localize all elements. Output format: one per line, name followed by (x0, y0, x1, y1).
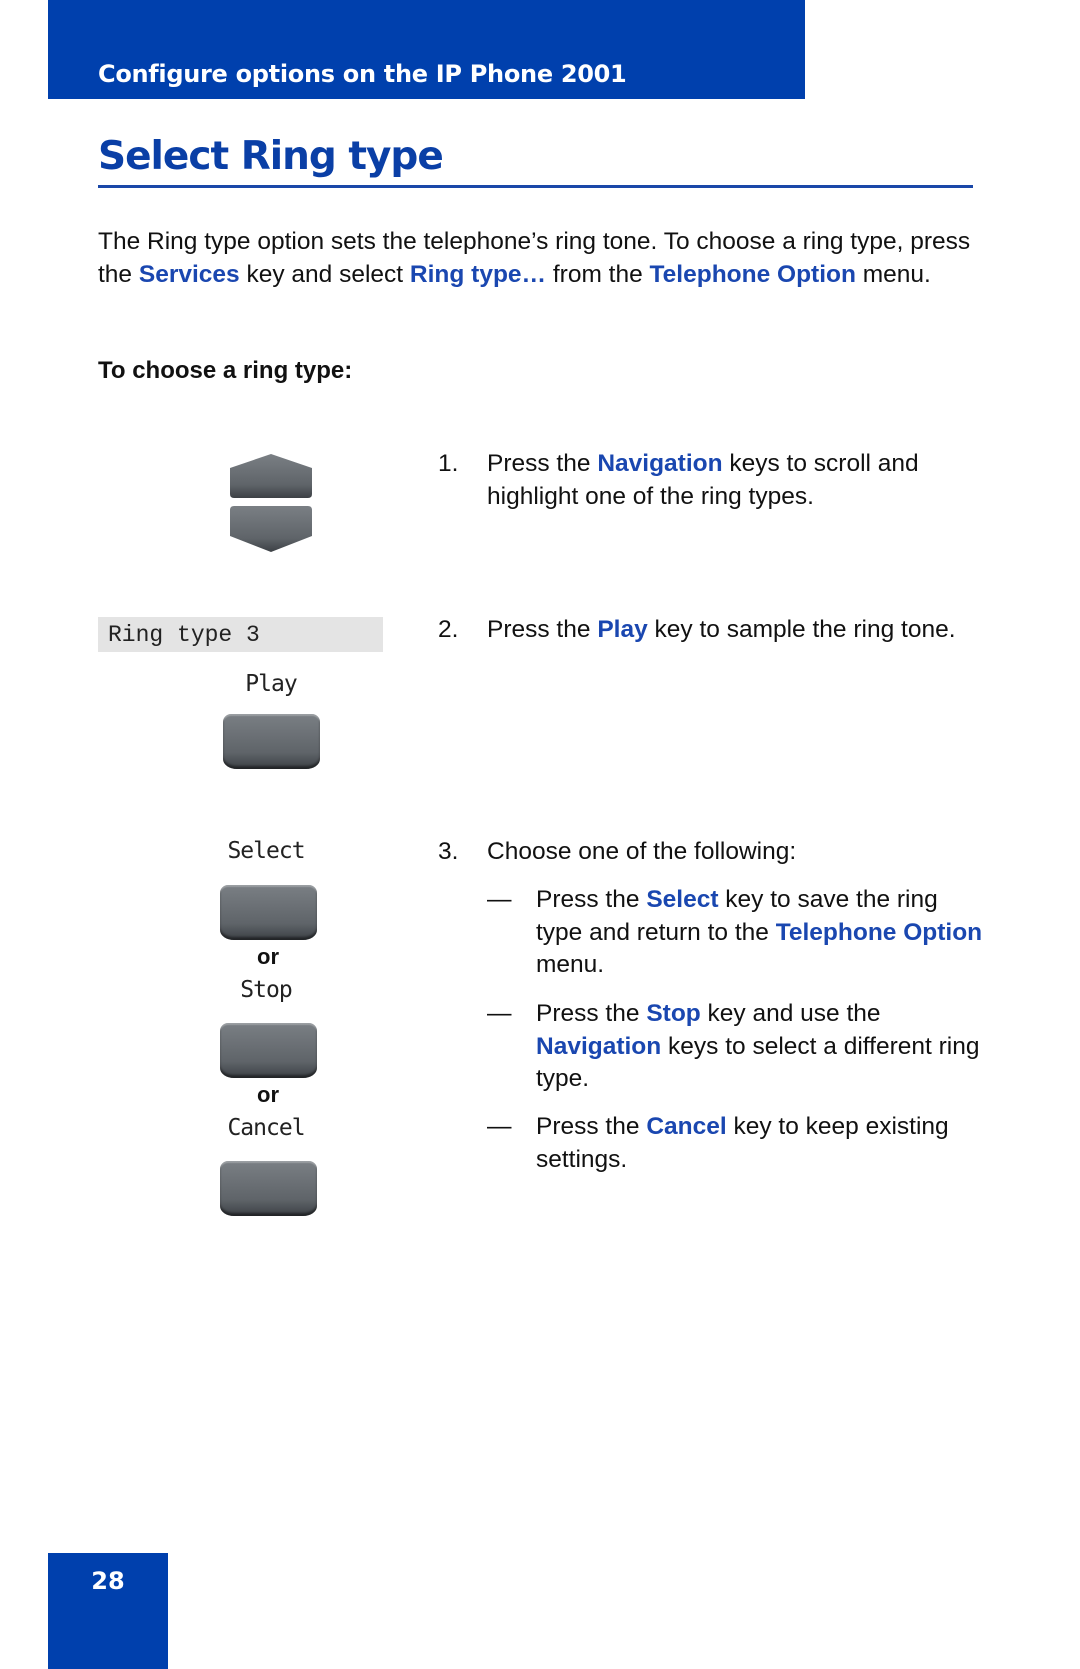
page-number: 28 (91, 1567, 125, 1595)
keyword-telephone-option: Telephone Option (649, 260, 856, 288)
option-stop: — Press the Stop key and use the Navigat… (487, 998, 987, 1096)
navigation-up-key (230, 454, 312, 498)
keyword-play: Play (597, 616, 648, 643)
play-softkey[interactable] (223, 714, 320, 769)
intro-text: key and select (239, 260, 410, 288)
softkey-label-select: Select (227, 838, 305, 864)
option-text: Press the (536, 886, 647, 913)
step-text: Press the (487, 450, 598, 477)
cancel-softkey[interactable] (220, 1161, 317, 1216)
intro-text: menu. (855, 260, 931, 288)
step-3: 3. Choose one of the following: (438, 836, 978, 869)
page-title: Select Ring type (98, 134, 444, 179)
page-number-box: 28 (48, 1553, 168, 1669)
step-text: Press the (487, 616, 598, 643)
keyword-navigation: Navigation (536, 1032, 662, 1060)
dash-bullet: — (487, 1000, 512, 1027)
stop-softkey[interactable] (220, 1023, 317, 1078)
lcd-display: Ring type 3 (98, 617, 383, 652)
step-text: Choose one of the following: (487, 838, 797, 865)
keyword-stop: Stop (646, 1000, 701, 1027)
softkey-label-play: Play (245, 671, 297, 697)
title-divider (98, 185, 973, 188)
navigation-keys-icon (230, 454, 312, 552)
option-text: Press the (536, 1113, 647, 1140)
step-number: 1. (438, 450, 459, 477)
step-number: 3. (438, 838, 459, 865)
navigation-down-key (230, 506, 312, 552)
keyword-services: Services (138, 260, 240, 288)
option-select: — Press the Select key to save the ring … (487, 884, 987, 982)
step-number: 2. (438, 616, 459, 643)
option-text: Press the (536, 1000, 647, 1027)
option-cancel: — Press the Cancel key to keep existing … (487, 1111, 987, 1176)
step-text: key to sample the ring tone. (647, 616, 956, 643)
softkey-label-stop: Stop (240, 977, 292, 1003)
option-text: menu. (536, 951, 605, 978)
section-title: Configure options on the IP Phone 2001 (98, 60, 627, 88)
procedure-heading: To choose a ring type: (98, 357, 353, 384)
select-softkey[interactable] (220, 885, 317, 940)
dash-bullet: — (487, 1113, 512, 1140)
keyword-ring-type: Ring type… (409, 260, 547, 288)
keyword-telephone-option: Telephone Option (775, 918, 983, 946)
keyword-navigation: Navigation (597, 450, 723, 477)
step-1: 1. Press the Navigation keys to scroll a… (438, 448, 978, 513)
keyword-select: Select (646, 886, 719, 913)
keyword-cancel: Cancel (646, 1113, 727, 1140)
dash-bullet: — (487, 886, 512, 913)
or-label: or (257, 944, 279, 969)
option-text: key and use the (700, 1000, 881, 1027)
lcd-display-text: Ring type 3 (108, 622, 260, 648)
intro-paragraph: The Ring type option sets the telephone’… (98, 226, 978, 291)
softkey-label-cancel: Cancel (227, 1115, 305, 1141)
intro-text: from the (546, 260, 650, 288)
step-2: 2. Press the Play key to sample the ring… (438, 614, 978, 647)
or-label: or (257, 1082, 279, 1107)
